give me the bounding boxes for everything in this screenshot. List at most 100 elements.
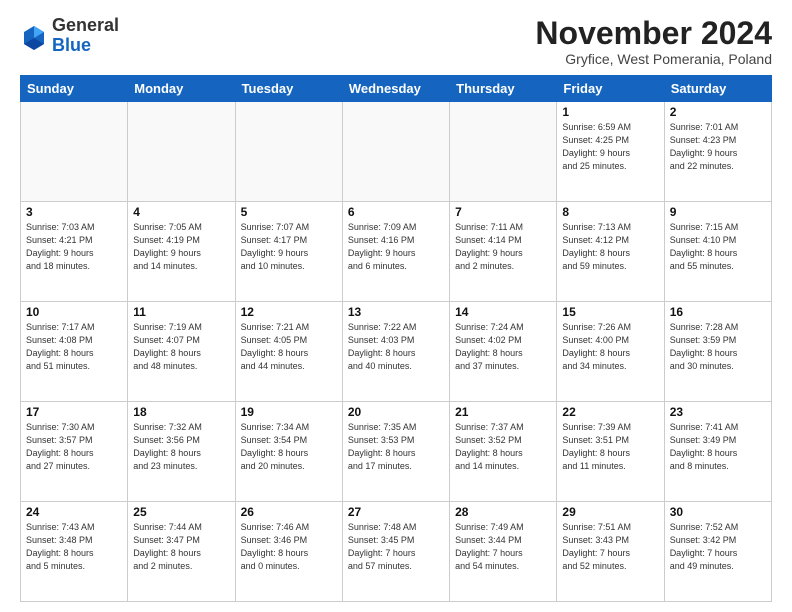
day-info: Sunrise: 7:41 AM Sunset: 3:49 PM Dayligh…: [670, 421, 766, 473]
day-number: 2: [670, 105, 766, 119]
logo: General Blue: [20, 16, 119, 56]
location: Gryfice, West Pomerania, Poland: [535, 51, 772, 67]
calendar-cell: 23 Sunrise: 7:41 AM Sunset: 3:49 PM Dayli…: [664, 402, 771, 502]
calendar-header-thursday: Thursday: [450, 76, 557, 102]
calendar-cell: 15Sunrise: 7:26 AM Sunset: 4:00 PM Dayli…: [557, 302, 664, 402]
calendar-header-tuesday: Tuesday: [235, 76, 342, 102]
day-info: Sunrise: 7:48 AM Sunset: 3:45 PM Dayligh…: [348, 521, 444, 573]
calendar-week-2: 10 Sunrise: 7:17 AM Sunset: 4:08 PM Dayli…: [21, 302, 772, 402]
calendar-cell: 21 Sunrise: 7:37 AM Sunset: 3:52 PM Dayli…: [450, 402, 557, 502]
calendar-cell: 27 Sunrise: 7:48 AM Sunset: 3:45 PM Dayli…: [342, 502, 449, 602]
day-number: 18: [133, 405, 229, 419]
calendar-cell: 18 Sunrise: 7:32 AM Sunset: 3:56 PM Dayli…: [128, 402, 235, 502]
title-block: November 2024 Gryfice, West Pomerania, P…: [535, 16, 772, 67]
day-info: Sunrise: 6:59 AM Sunset: 4:25 PM Dayligh…: [562, 121, 658, 173]
calendar-week-4: 24Sunrise: 7:43 AM Sunset: 3:48 PM Dayli…: [21, 502, 772, 602]
calendar-cell: 4Sunrise: 7:05 AM Sunset: 4:19 PM Daylig…: [128, 202, 235, 302]
day-number: 19: [241, 405, 337, 419]
calendar-cell: 22Sunrise: 7:39 AM Sunset: 3:51 PM Dayli…: [557, 402, 664, 502]
day-info: Sunrise: 7:19 AM Sunset: 4:07 PM Dayligh…: [133, 321, 229, 373]
day-info: Sunrise: 7:09 AM Sunset: 4:16 PM Dayligh…: [348, 221, 444, 273]
day-number: 13: [348, 305, 444, 319]
calendar-cell: 14Sunrise: 7:24 AM Sunset: 4:02 PM Dayli…: [450, 302, 557, 402]
calendar-cell: 2 Sunrise: 7:01 AM Sunset: 4:23 PM Daylig…: [664, 102, 771, 202]
day-info: Sunrise: 7:21 AM Sunset: 4:05 PM Dayligh…: [241, 321, 337, 373]
calendar-cell: [21, 102, 128, 202]
calendar-cell: 25 Sunrise: 7:44 AM Sunset: 3:47 PM Dayli…: [128, 502, 235, 602]
day-number: 29: [562, 505, 658, 519]
calendar-cell: 17 Sunrise: 7:30 AM Sunset: 3:57 PM Dayli…: [21, 402, 128, 502]
calendar: SundayMondayTuesdayWednesdayThursdayFrid…: [20, 75, 772, 602]
day-number: 27: [348, 505, 444, 519]
calendar-cell: 8 Sunrise: 7:13 AM Sunset: 4:12 PM Daylig…: [557, 202, 664, 302]
day-number: 28: [455, 505, 551, 519]
calendar-header-saturday: Saturday: [664, 76, 771, 102]
day-info: Sunrise: 7:52 AM Sunset: 3:42 PM Dayligh…: [670, 521, 766, 573]
day-number: 5: [241, 205, 337, 219]
day-number: 7: [455, 205, 551, 219]
calendar-cell: 20 Sunrise: 7:35 AM Sunset: 3:53 PM Dayli…: [342, 402, 449, 502]
calendar-cell: 24Sunrise: 7:43 AM Sunset: 3:48 PM Dayli…: [21, 502, 128, 602]
day-info: Sunrise: 7:01 AM Sunset: 4:23 PM Dayligh…: [670, 121, 766, 173]
calendar-cell: 3Sunrise: 7:03 AM Sunset: 4:21 PM Daylig…: [21, 202, 128, 302]
day-info: Sunrise: 7:43 AM Sunset: 3:48 PM Dayligh…: [26, 521, 122, 573]
day-number: 10: [26, 305, 122, 319]
calendar-header-wednesday: Wednesday: [342, 76, 449, 102]
calendar-cell: 26 Sunrise: 7:46 AM Sunset: 3:46 PM Dayli…: [235, 502, 342, 602]
day-info: Sunrise: 7:51 AM Sunset: 3:43 PM Dayligh…: [562, 521, 658, 573]
day-info: Sunrise: 7:07 AM Sunset: 4:17 PM Dayligh…: [241, 221, 337, 273]
day-number: 6: [348, 205, 444, 219]
day-info: Sunrise: 7:37 AM Sunset: 3:52 PM Dayligh…: [455, 421, 551, 473]
day-info: Sunrise: 7:26 AM Sunset: 4:00 PM Dayligh…: [562, 321, 658, 373]
day-number: 23: [670, 405, 766, 419]
calendar-header-monday: Monday: [128, 76, 235, 102]
day-number: 1: [562, 105, 658, 119]
calendar-cell: [235, 102, 342, 202]
calendar-cell: 6 Sunrise: 7:09 AM Sunset: 4:16 PM Daylig…: [342, 202, 449, 302]
calendar-cell: 19 Sunrise: 7:34 AM Sunset: 3:54 PM Dayli…: [235, 402, 342, 502]
day-info: Sunrise: 7:11 AM Sunset: 4:14 PM Dayligh…: [455, 221, 551, 273]
logo-general: General: [52, 16, 119, 36]
day-info: Sunrise: 7:35 AM Sunset: 3:53 PM Dayligh…: [348, 421, 444, 473]
calendar-cell: [450, 102, 557, 202]
calendar-header-friday: Friday: [557, 76, 664, 102]
day-number: 20: [348, 405, 444, 419]
day-info: Sunrise: 7:39 AM Sunset: 3:51 PM Dayligh…: [562, 421, 658, 473]
calendar-cell: 30Sunrise: 7:52 AM Sunset: 3:42 PM Dayli…: [664, 502, 771, 602]
day-info: Sunrise: 7:13 AM Sunset: 4:12 PM Dayligh…: [562, 221, 658, 273]
day-info: Sunrise: 7:30 AM Sunset: 3:57 PM Dayligh…: [26, 421, 122, 473]
day-number: 11: [133, 305, 229, 319]
calendar-cell: 9 Sunrise: 7:15 AM Sunset: 4:10 PM Daylig…: [664, 202, 771, 302]
calendar-cell: 29 Sunrise: 7:51 AM Sunset: 3:43 PM Dayli…: [557, 502, 664, 602]
day-info: Sunrise: 7:03 AM Sunset: 4:21 PM Dayligh…: [26, 221, 122, 273]
day-info: Sunrise: 7:49 AM Sunset: 3:44 PM Dayligh…: [455, 521, 551, 573]
logo-blue: Blue: [52, 36, 119, 56]
calendar-week-1: 3Sunrise: 7:03 AM Sunset: 4:21 PM Daylig…: [21, 202, 772, 302]
calendar-cell: 5 Sunrise: 7:07 AM Sunset: 4:17 PM Daylig…: [235, 202, 342, 302]
calendar-cell: 11 Sunrise: 7:19 AM Sunset: 4:07 PM Dayli…: [128, 302, 235, 402]
day-info: Sunrise: 7:15 AM Sunset: 4:10 PM Dayligh…: [670, 221, 766, 273]
day-info: Sunrise: 7:44 AM Sunset: 3:47 PM Dayligh…: [133, 521, 229, 573]
day-info: Sunrise: 7:22 AM Sunset: 4:03 PM Dayligh…: [348, 321, 444, 373]
day-info: Sunrise: 7:05 AM Sunset: 4:19 PM Dayligh…: [133, 221, 229, 273]
day-number: 25: [133, 505, 229, 519]
day-number: 12: [241, 305, 337, 319]
calendar-cell: 13 Sunrise: 7:22 AM Sunset: 4:03 PM Dayli…: [342, 302, 449, 402]
calendar-week-0: 1 Sunrise: 6:59 AM Sunset: 4:25 PM Daylig…: [21, 102, 772, 202]
calendar-week-3: 17 Sunrise: 7:30 AM Sunset: 3:57 PM Dayli…: [21, 402, 772, 502]
day-info: Sunrise: 7:32 AM Sunset: 3:56 PM Dayligh…: [133, 421, 229, 473]
day-info: Sunrise: 7:28 AM Sunset: 3:59 PM Dayligh…: [670, 321, 766, 373]
day-number: 8: [562, 205, 658, 219]
day-number: 14: [455, 305, 551, 319]
day-number: 26: [241, 505, 337, 519]
day-number: 21: [455, 405, 551, 419]
calendar-header-sunday: Sunday: [21, 76, 128, 102]
month-title: November 2024: [535, 16, 772, 51]
day-info: Sunrise: 7:17 AM Sunset: 4:08 PM Dayligh…: [26, 321, 122, 373]
day-number: 17: [26, 405, 122, 419]
header: General Blue November 2024 Gryfice, West…: [20, 16, 772, 67]
day-number: 9: [670, 205, 766, 219]
calendar-cell: 10 Sunrise: 7:17 AM Sunset: 4:08 PM Dayli…: [21, 302, 128, 402]
day-info: Sunrise: 7:34 AM Sunset: 3:54 PM Dayligh…: [241, 421, 337, 473]
day-info: Sunrise: 7:46 AM Sunset: 3:46 PM Dayligh…: [241, 521, 337, 573]
